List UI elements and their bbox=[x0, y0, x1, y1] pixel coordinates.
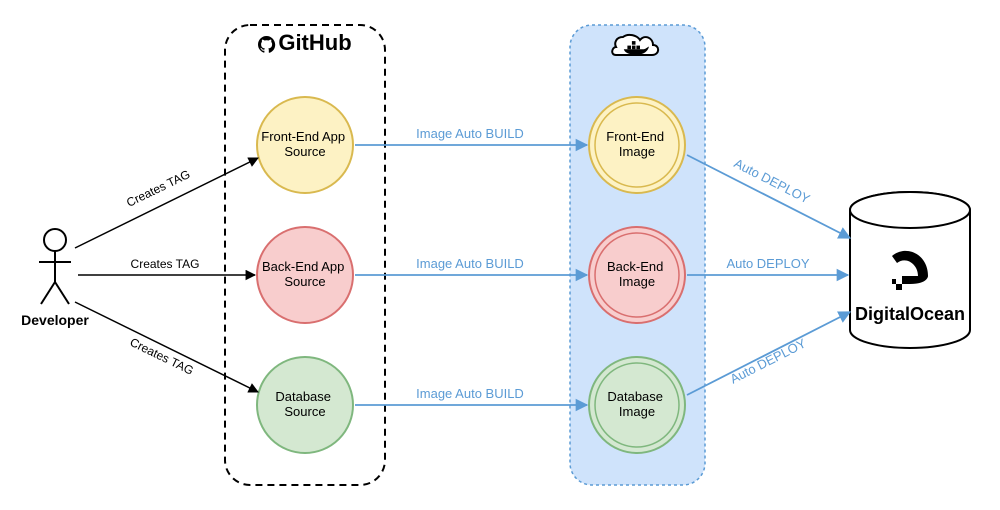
back-end-image-node: Back-End Image bbox=[589, 227, 685, 323]
developer-actor bbox=[39, 229, 71, 304]
front-end-image-label-1: Front-End bbox=[606, 129, 664, 144]
back-end-source-label-1: Back-End App bbox=[262, 259, 344, 274]
edge-dev-to-front: Creates TAG bbox=[75, 158, 258, 248]
github-icon bbox=[258, 36, 275, 53]
svg-text:Auto DEPLOY: Auto DEPLOY bbox=[728, 335, 809, 386]
front-end-source-label-2: Source bbox=[284, 144, 325, 159]
back-end-source-label-2: Source bbox=[284, 274, 325, 289]
svg-text:Image Auto BUILD: Image Auto BUILD bbox=[416, 256, 524, 271]
front-end-source-label-1: Front-End App bbox=[261, 129, 345, 144]
database-source-label-1: Database bbox=[275, 389, 331, 404]
edge-dev-to-db: Creates TAG bbox=[75, 302, 258, 392]
front-end-image-node: Front-End Image bbox=[589, 97, 685, 193]
back-end-source-node: Back-End App Source bbox=[257, 227, 353, 323]
edge-back-deploy: Auto DEPLOY bbox=[687, 256, 848, 275]
svg-text:Image Auto BUILD: Image Auto BUILD bbox=[416, 386, 524, 401]
database-image-label-1: Database bbox=[607, 389, 663, 404]
svg-text:Auto DEPLOY: Auto DEPLOY bbox=[726, 256, 809, 271]
github-title: GitHub bbox=[278, 30, 351, 55]
digitalocean-node: DigitalOcean bbox=[850, 192, 970, 348]
svg-text:Creates TAG: Creates TAG bbox=[124, 167, 192, 210]
edge-db-build: Image Auto BUILD bbox=[355, 386, 587, 405]
svg-text:Creates TAG: Creates TAG bbox=[131, 257, 200, 271]
developer-label: Developer bbox=[21, 312, 89, 328]
edge-dev-to-back: Creates TAG bbox=[78, 257, 255, 275]
back-end-image-label-1: Back-End bbox=[607, 259, 663, 274]
edge-front-build: Image Auto BUILD bbox=[355, 126, 587, 145]
front-end-image-label-2: Image bbox=[619, 144, 655, 159]
edge-front-deploy: Auto DEPLOY bbox=[687, 155, 850, 238]
database-source-label-2: Source bbox=[284, 404, 325, 419]
svg-text:Image Auto BUILD: Image Auto BUILD bbox=[416, 126, 524, 141]
database-image-label-2: Image bbox=[619, 404, 655, 419]
database-image-node: Database Image bbox=[589, 357, 685, 453]
edge-back-build: Image Auto BUILD bbox=[355, 256, 587, 275]
edge-db-deploy: Auto DEPLOY bbox=[687, 312, 850, 395]
back-end-image-label-2: Image bbox=[619, 274, 655, 289]
digitalocean-title: DigitalOcean bbox=[855, 304, 965, 324]
front-end-source-node: Front-End App Source bbox=[257, 97, 353, 193]
database-source-node: Database Source bbox=[257, 357, 353, 453]
